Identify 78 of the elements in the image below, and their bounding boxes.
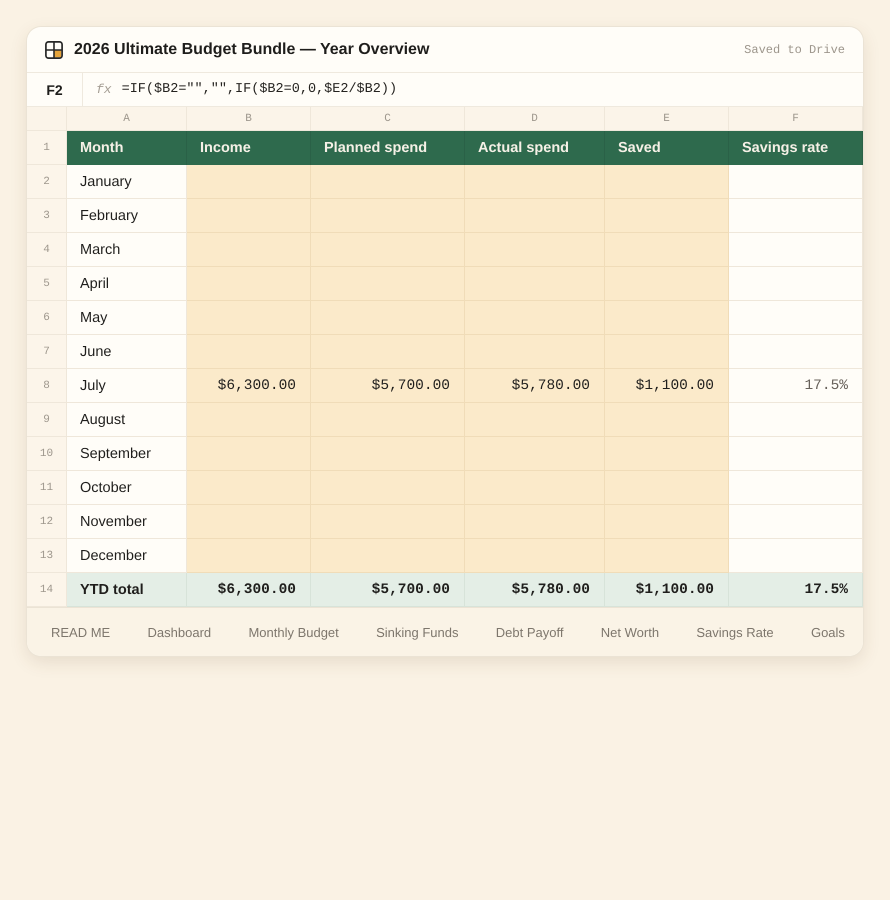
total-cell[interactable]: $1,100.00 (605, 573, 729, 607)
sheet-tab[interactable]: READ ME (43, 618, 118, 646)
input-cell[interactable] (605, 199, 729, 233)
input-cell[interactable] (605, 233, 729, 267)
column-heading: Income (187, 131, 311, 165)
sheet-tab[interactable]: Debt Payoff (488, 618, 572, 646)
column-heading: Actual spend (465, 131, 605, 165)
input-cell[interactable] (187, 403, 311, 437)
column-letter[interactable]: D (465, 107, 605, 131)
input-cell[interactable] (187, 267, 311, 301)
input-cell[interactable] (187, 199, 311, 233)
formula-text[interactable]: =IF($B2="","",IF($B2=0,0,$E2/$B2)) (122, 82, 398, 97)
sheet-tab[interactable]: Monthly Budget (240, 618, 347, 646)
input-cell[interactable] (605, 505, 729, 539)
column-letter[interactable]: B (187, 107, 311, 131)
input-cell[interactable] (187, 471, 311, 505)
row-number: 11 (27, 471, 67, 505)
input-cell[interactable]: $5,700.00 (311, 369, 465, 403)
column-heading: Saved (605, 131, 729, 165)
input-cell[interactable] (187, 301, 311, 335)
row-number: 7 (27, 335, 67, 369)
total-cell[interactable]: $5,780.00 (465, 573, 605, 607)
row-number: 2 (27, 165, 67, 199)
column-heading: Month (67, 131, 187, 165)
input-cell[interactable] (605, 437, 729, 471)
row-number: 9 (27, 403, 67, 437)
grid-icon (45, 40, 63, 58)
column-letter[interactable]: C (311, 107, 465, 131)
sheet-tab[interactable]: Savings Rate (688, 618, 782, 646)
sheet-tab[interactable]: Goals (802, 618, 853, 646)
row-number: 1 (27, 131, 67, 165)
input-cell[interactable] (311, 165, 465, 199)
column-letter[interactable]: E (605, 107, 729, 131)
sheet-tab[interactable]: Dashboard (140, 618, 220, 646)
input-cell[interactable] (187, 165, 311, 199)
column-letter[interactable]: A (67, 107, 187, 131)
total-cell[interactable]: $5,700.00 (311, 573, 465, 607)
input-cell[interactable] (187, 437, 311, 471)
row-number: 14 (27, 573, 67, 607)
input-cell[interactable] (605, 471, 729, 505)
input-cell[interactable] (605, 267, 729, 301)
input-cell[interactable] (605, 301, 729, 335)
sheet-tab[interactable]: Net Worth (592, 618, 668, 646)
row-number: 8 (27, 369, 67, 403)
input-cell[interactable] (311, 539, 465, 573)
row-number: 13 (27, 539, 67, 573)
row-number: 5 (27, 267, 67, 301)
table-cell: 17.5% (729, 369, 863, 403)
row-number: 6 (27, 301, 67, 335)
total-cell: YTD total (67, 573, 187, 607)
input-cell[interactable] (605, 403, 729, 437)
input-cell[interactable]: $5,780.00 (465, 369, 605, 403)
corner-cell[interactable] (27, 107, 67, 131)
input-cell[interactable] (187, 539, 311, 573)
input-cell[interactable] (605, 539, 729, 573)
window-title: 2026 Ultimate Budget Bundle — Year Overview (74, 40, 430, 58)
row-number: 12 (27, 505, 67, 539)
input-cell[interactable] (605, 335, 729, 369)
input-cell[interactable] (187, 233, 311, 267)
total-cell: 17.5% (729, 573, 863, 607)
input-cell[interactable] (605, 165, 729, 199)
total-cell[interactable]: $6,300.00 (187, 573, 311, 607)
column-letter[interactable]: F (729, 107, 863, 131)
input-cell[interactable]: $1,100.00 (605, 369, 729, 403)
input-cell[interactable] (465, 539, 605, 573)
input-cell[interactable] (187, 505, 311, 539)
input-cell[interactable] (187, 335, 311, 369)
column-heading: Savings rate (729, 131, 863, 165)
save-status: Saved to Drive (744, 42, 845, 56)
input-cell[interactable]: $6,300.00 (187, 369, 311, 403)
fx-label: fx (96, 82, 112, 97)
row-number: 10 (27, 437, 67, 471)
input-cell[interactable] (465, 165, 605, 199)
column-heading: Planned spend (311, 131, 465, 165)
row-number: 4 (27, 233, 67, 267)
row-number: 3 (27, 199, 67, 233)
sheet-tab[interactable]: Sinking Funds (368, 618, 466, 646)
cell-reference[interactable]: F2 (27, 73, 83, 106)
